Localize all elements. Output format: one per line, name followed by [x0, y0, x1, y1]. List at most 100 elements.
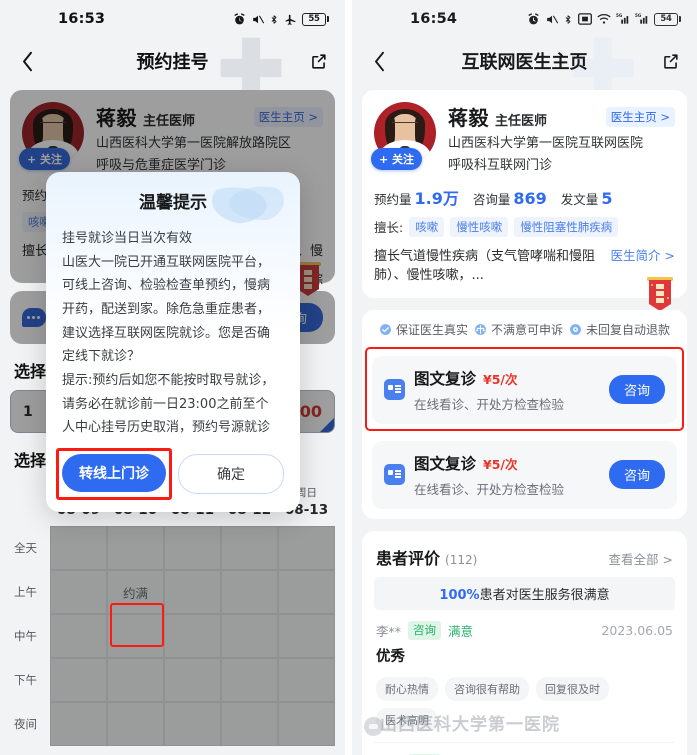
doctor-homepage-link[interactable]: 医生主页 >: [605, 106, 675, 127]
doctor-specialty-tags: 擅长: 咳嗽 慢性咳嗽 慢性阻塞性肺疾病: [374, 216, 675, 237]
stat-value: 869: [513, 188, 547, 208]
switch-online-button[interactable]: 转线上门诊: [62, 453, 166, 492]
trust-item: 保证医生真实: [379, 321, 468, 338]
stat-item: 发文量 5: [561, 189, 613, 208]
service-subtitle: 在线看诊、开处方检查检验: [414, 396, 565, 412]
service-subtitle: 在线看诊、开处方检查检验: [414, 481, 565, 497]
specialty-tag[interactable]: 慢性咳嗽: [450, 216, 509, 237]
wifi-icon: [597, 14, 611, 24]
follow-button[interactable]: + 关注: [371, 148, 423, 170]
service-title: 图文复诊: [414, 454, 477, 473]
review-row: 孙** 咨询 满意 2023.06.05 蒋主任回复及时，给了很大的帮助，感恩遇…: [374, 743, 675, 755]
scale-icon: [475, 323, 486, 335]
trust-label: 不满意可申诉: [490, 322, 563, 337]
banner-badge-icon[interactable]: [645, 274, 675, 314]
share-button[interactable]: [657, 48, 683, 74]
primary-button-highlight: 转线上门诊: [56, 447, 172, 500]
alarm-icon: [528, 12, 539, 24]
service-price: ¥5/次: [483, 371, 518, 387]
service-title-line: 图文复诊 ¥5/次: [414, 452, 609, 474]
services-card: 保证医生真实 不满意可申诉 未回复自动退款 图文复诊 ¥5/次 在线看诊、开处方…: [362, 309, 687, 519]
review-chips: 耐心热情 咨询很有帮助 回复很及时 医术高明: [376, 677, 673, 733]
review-user: 李**: [376, 623, 402, 639]
stat-value: 5: [601, 188, 613, 208]
back-button[interactable]: [366, 48, 392, 74]
service-highlight-box: 图文复诊 ¥5/次 在线看诊、开处方检查检验 咨询: [365, 346, 684, 431]
trust-label: 保证医生真实: [395, 322, 468, 337]
review-date: 2023.06.05: [601, 622, 673, 638]
left-phone-screen: 16:53 55 预约挂号 + 关注 蒋毅 主任医师 医生主页 > 山西医科大学…: [0, 0, 345, 755]
expertise-label: 擅长:: [374, 220, 404, 236]
modal-line: 人中心挂号历史取消，预约号源就诊: [62, 420, 271, 436]
modal-line: 提示:预约后如您不能按时取号就诊，: [62, 372, 275, 388]
modal-line: 可线上咨询、检验检查单预约，慢病: [62, 278, 271, 294]
nav-bar: 互联网医生主页: [352, 37, 697, 99]
service-price: ¥5/次: [483, 456, 518, 472]
image-text-icon: [384, 379, 405, 401]
mute-icon: [547, 15, 558, 23]
review-chip: 回复很及时: [536, 677, 609, 702]
doctor-name: 蒋毅: [448, 106, 489, 130]
doctor-description-text: 擅长气道慢性疾病（支气管哮喘和慢阻肺）、慢性咳嗽，...: [374, 248, 596, 284]
page-title: 互联网医生主页: [461, 52, 588, 73]
battery-icon: 54: [654, 12, 681, 26]
doctor-stats: 预约量 1.9万 咨询量 869 发文量 5: [374, 185, 675, 209]
bluetooth-icon: [565, 14, 571, 24]
doctor-description: 医生简介 > 擅长气道慢性疾病（支气管哮喘和慢阻肺）、慢性咳嗽，...: [374, 247, 675, 286]
doctor-name-line: 蒋毅 主任医师 医生主页 >: [448, 102, 675, 131]
right-phone-screen: 16:54 5G 5G 54 互联网医生主页 + 关注 蒋毅 主任医师 医生主页…: [352, 0, 697, 755]
service-text: 图文复诊 ¥5/次 在线看诊、开处方检查检验: [405, 452, 609, 498]
service-consult-button[interactable]: 咨询: [608, 375, 665, 405]
doctor-rank: 主任医师: [495, 114, 548, 129]
stat-label: 预约量: [374, 191, 412, 207]
stat-item: 预约量 1.9万: [374, 185, 459, 209]
status-bar: 16:54 5G 5G 54: [352, 0, 697, 38]
modal-buttons: 转线上门诊 确定: [56, 447, 284, 500]
back-icon: [374, 51, 384, 71]
refund-icon: [570, 323, 581, 335]
specialty-tag[interactable]: 慢性阻塞性肺疾病: [514, 216, 619, 237]
stat-label: 发文量: [560, 191, 599, 207]
stat-value: 1.9万: [414, 188, 459, 208]
stat-label: 咨询量: [472, 191, 511, 207]
service-item-2-wrap: 图文复诊 ¥5/次 在线看诊、开处方检查检验 咨询: [372, 440, 677, 509]
signal-icon: 5G: [616, 13, 629, 24]
service-item-1[interactable]: 图文复诊 ¥5/次 在线看诊、开处方检查检验 咨询: [372, 355, 677, 424]
stat-item: 咨询量 869: [473, 189, 547, 208]
status-time: 16:54: [410, 11, 458, 27]
review-type-badge: 咨询: [408, 620, 442, 640]
modal-line: 挂号就诊当日当次有效: [62, 231, 193, 246]
satisfaction-bar: 100%患者对医生服务很满意: [374, 576, 675, 610]
trust-item: 未回复自动退款: [569, 321, 670, 338]
service-text: 图文复诊 ¥5/次 在线看诊、开处方检查检验: [405, 367, 609, 413]
modal-line: 山医大一院已开通互联网医院平台，: [62, 254, 271, 270]
review-row: 李** 咨询 满意 2023.06.05 优秀 耐心热情 咨询很有帮助 回复很及…: [374, 610, 675, 744]
svg-text:5G: 5G: [616, 13, 623, 18]
review-chip: 咨询很有帮助: [445, 677, 529, 702]
trust-badges: 保证医生真实 不满意可申诉 未回复自动退款: [372, 312, 677, 347]
signal-icon: 5G: [635, 13, 648, 24]
modal-body: 挂号就诊当日当次有效 山医大一院已开通互联网医院平台， 可线上咨询、检验检查单预…: [62, 227, 284, 440]
reviews-count: (112): [445, 552, 478, 567]
service-consult-button[interactable]: 咨询: [608, 460, 665, 490]
reviews-view-all-link[interactable]: 查看全部 >: [609, 549, 673, 568]
doctor-hospital-line1: 山西医科大学第一医院互联网医院: [448, 136, 644, 151]
doctor-hospital-line2: 呼吸科互联网门诊: [448, 157, 553, 173]
satisfaction-text: 患者对医生服务很满意: [479, 587, 610, 603]
modal-line: 定线下就诊？: [62, 349, 141, 365]
confirm-button[interactable]: 确定: [178, 453, 284, 494]
review-meta: 李** 咨询 满意 2023.06.05: [376, 620, 673, 640]
panel-divider: [345, 0, 352, 755]
specialty-tag[interactable]: 咳嗽: [409, 216, 445, 237]
tip-modal: 温馨提示 挂号就诊当日当次有效 山医大一院已开通互联网医院平台， 可线上咨询、检…: [46, 172, 300, 512]
doctor-profile-link[interactable]: 医生简介 >: [611, 247, 675, 266]
review-text: 优秀: [376, 648, 405, 665]
modal-line: 请务必在就诊前一日23:00之前至个: [62, 396, 269, 412]
service-item-2[interactable]: 图文复诊 ¥5/次 在线看诊、开处方检查检验 咨询: [372, 440, 677, 509]
svg-text:5G: 5G: [635, 13, 642, 18]
satisfaction-percent: 100%: [439, 587, 480, 603]
avatar-wrapper: + 关注: [371, 102, 436, 170]
review-mood: 满意: [448, 623, 474, 639]
service-title-line: 图文复诊 ¥5/次: [414, 367, 609, 389]
review-chip: 耐心热情: [376, 677, 438, 702]
